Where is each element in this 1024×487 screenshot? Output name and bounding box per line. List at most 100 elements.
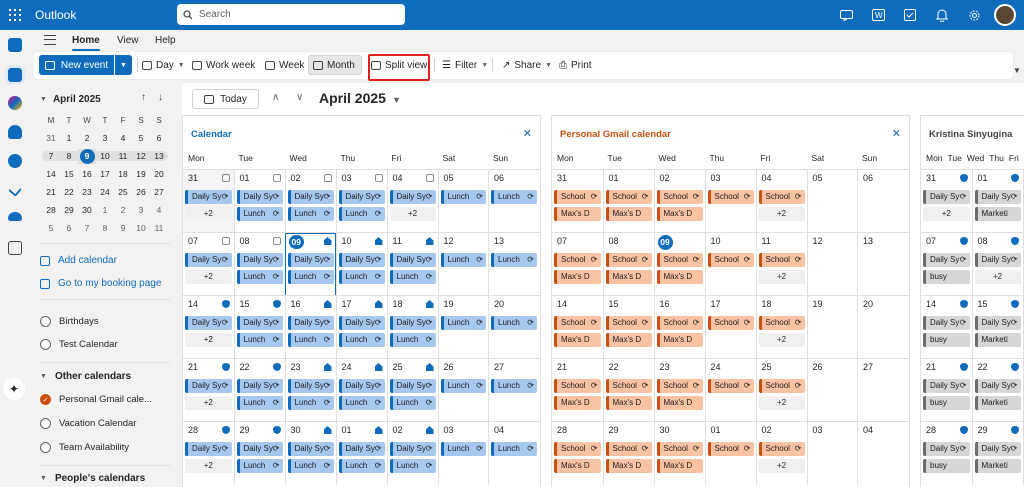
calendar-event[interactable]: Lunch ⟳ (440, 442, 486, 456)
day-cell[interactable]: 08 Daily Sy ⟳ +2 (971, 233, 1023, 296)
calendar-event[interactable]: Marketi (974, 459, 1021, 473)
more-events-button[interactable]: +2 (185, 459, 232, 473)
mini-day[interactable]: 22 (60, 187, 78, 197)
mini-day[interactable]: 4 (114, 133, 132, 143)
calendar-item-birthdays[interactable]: Birthdays (40, 316, 99, 327)
day-cell[interactable]: 30 School ⟳ Max's D (653, 422, 705, 485)
calendar-event[interactable]: Max's D (656, 333, 703, 347)
next-month-icon[interactable]: ∨ (296, 92, 303, 103)
calendar-event[interactable]: Daily Sy ⟳ (974, 442, 1021, 456)
calendar-event[interactable]: Daily Sy ⟳ (338, 442, 385, 456)
calendar-event[interactable]: Max's D (605, 459, 652, 473)
calendar-event[interactable]: Daily Sy ⟳ (287, 442, 334, 456)
collapse-chevron-icon[interactable]: ▼ (40, 96, 47, 103)
day-cell[interactable]: 08 School ⟳ Max's D (602, 233, 654, 296)
day-cell[interactable]: 06 (857, 170, 908, 233)
day-cell[interactable]: 04 (857, 422, 908, 485)
day-cell[interactable]: 19 (806, 296, 858, 359)
calendar-event[interactable]: Max's D (656, 270, 703, 284)
day-cell[interactable]: 04 Lunch ⟳ (488, 422, 539, 485)
calendar-event[interactable]: School ⟳ (605, 379, 652, 393)
day-cell[interactable]: 11 School ⟳ +2 (755, 233, 807, 296)
calendar-event[interactable]: Daily Sy ⟳ (236, 253, 283, 267)
day-cell[interactable]: 01 School ⟳ Max's D (602, 170, 654, 233)
previous-month-icon[interactable]: ∧ (272, 92, 279, 103)
day-cell[interactable]: 24 School ⟳ (704, 359, 756, 422)
more-events-button[interactable]: +2 (758, 396, 805, 410)
close-icon[interactable]: ✕ (892, 127, 901, 140)
copilot-sparkle-icon[interactable]: ✦ (3, 378, 25, 400)
day-cell[interactable]: 07 School ⟳ Max's D (552, 233, 603, 296)
mini-day[interactable]: 20 (150, 169, 168, 179)
todo-icon[interactable] (8, 183, 22, 197)
mini-day[interactable]: 18 (114, 169, 132, 179)
day-cell[interactable]: 24 Daily Sy ⟳ Lunch ⟳ (335, 359, 387, 422)
mini-day[interactable]: 19 (132, 169, 150, 179)
calendar-event[interactable]: Lunch ⟳ (389, 396, 436, 410)
calendar-toggle[interactable] (40, 418, 51, 429)
day-cell[interactable]: 02 School ⟳ Max's D (653, 170, 705, 233)
day-cell[interactable]: 26 Lunch ⟳ (437, 359, 489, 422)
calendar-event[interactable]: Lunch ⟳ (236, 396, 283, 410)
calendar-event[interactable]: Daily Sy ⟳ (185, 190, 232, 204)
calendar-event[interactable]: Daily Sy ⟳ (236, 190, 283, 204)
calendar-event[interactable]: busy (923, 270, 970, 284)
calendar-event[interactable]: Marketi (974, 396, 1021, 410)
calendar-event[interactable]: Daily Sy ⟳ (923, 379, 970, 393)
day-cell[interactable]: 13 Lunch ⟳ (488, 233, 539, 296)
day-cell[interactable]: 29 Daily Sy ⟳ Lunch ⟳ (233, 422, 285, 485)
day-cell[interactable]: 22 Daily Sy ⟳ Marketi (971, 359, 1023, 422)
calendar-event[interactable]: Max's D (554, 333, 601, 347)
work-week-button[interactable]: Work week (188, 55, 259, 75)
day-cell[interactable]: 21 School ⟳ Max's D (552, 359, 603, 422)
mini-day[interactable]: 14 (42, 169, 60, 179)
day-cell[interactable]: 16 Daily Sy ⟳ Lunch ⟳ (284, 296, 336, 359)
search-box[interactable]: Search (177, 4, 405, 25)
more-events-button[interactable]: +2 (185, 333, 232, 347)
day-cell[interactable]: 01 Daily Sy ⟳ Marketi (971, 170, 1023, 233)
hamburger-icon[interactable] (44, 35, 56, 45)
gear-icon[interactable] (966, 7, 982, 23)
calendar-event[interactable]: Lunch ⟳ (389, 270, 436, 284)
calendar-event[interactable]: Daily Sy ⟳ (338, 190, 385, 204)
mini-day[interactable]: 6 (60, 223, 78, 233)
day-cell[interactable]: 18 School ⟳ +2 (755, 296, 807, 359)
mini-day[interactable]: 1 (96, 205, 114, 215)
day-cell[interactable]: 12 Lunch ⟳ (437, 233, 489, 296)
mini-day[interactable]: 1 (60, 133, 78, 143)
calendar-item-vacation[interactable]: Vacation Calendar (40, 418, 136, 429)
copilot-app-icon[interactable] (8, 96, 22, 110)
calendar-event[interactable]: School ⟳ (707, 253, 754, 267)
calendar-event[interactable]: Daily Sy ⟳ (389, 379, 436, 393)
calendar-event[interactable]: School ⟳ (554, 316, 601, 330)
day-cell[interactable]: 06 Lunch ⟳ (488, 170, 539, 233)
mini-day[interactable]: 5 (132, 133, 150, 143)
day-cell[interactable]: 12 (806, 233, 858, 296)
day-cell[interactable]: 10 Daily Sy ⟳ Lunch ⟳ (335, 233, 387, 296)
filter-button[interactable]: ☰ Filter ▼ (438, 55, 492, 75)
day-cell[interactable]: 17 Daily Sy ⟳ Lunch ⟳ (335, 296, 387, 359)
calendar-event[interactable]: Lunch ⟳ (236, 459, 283, 473)
day-cell[interactable]: 19 Lunch ⟳ (437, 296, 489, 359)
calendar-event[interactable]: Max's D (554, 459, 601, 473)
calendar-event[interactable]: School ⟳ (758, 253, 805, 267)
calendar-item-test[interactable]: Test Calendar (40, 339, 118, 350)
day-cell[interactable]: 04 School ⟳ +2 (755, 170, 807, 233)
calendar-event[interactable]: Lunch ⟳ (491, 253, 537, 267)
more-events-button[interactable]: +2 (185, 270, 232, 284)
groups-icon[interactable] (8, 154, 22, 168)
calendar-event[interactable]: Daily Sy ⟳ (338, 379, 385, 393)
teams-icon[interactable]: W (870, 7, 886, 23)
peoples-calendars-header[interactable]: ▼ People's calendars (40, 473, 145, 484)
calendar-event[interactable]: School ⟳ (707, 442, 754, 456)
calendar-event[interactable]: Daily Sy ⟳ (923, 253, 970, 267)
day-cell[interactable]: 02 School ⟳ +2 (755, 422, 807, 485)
mini-day[interactable]: 10 (96, 151, 114, 161)
calendar-event[interactable]: Daily Sy ⟳ (923, 442, 970, 456)
day-cell[interactable]: 28 Daily Sy ⟳ +2 (183, 422, 234, 485)
mini-day[interactable]: 8 (60, 151, 78, 161)
mail-icon[interactable] (8, 38, 22, 52)
print-button[interactable]: ⎙ Print (555, 55, 596, 75)
calendar-event[interactable]: Max's D (656, 396, 703, 410)
calendar-event[interactable]: Lunch ⟳ (287, 396, 334, 410)
